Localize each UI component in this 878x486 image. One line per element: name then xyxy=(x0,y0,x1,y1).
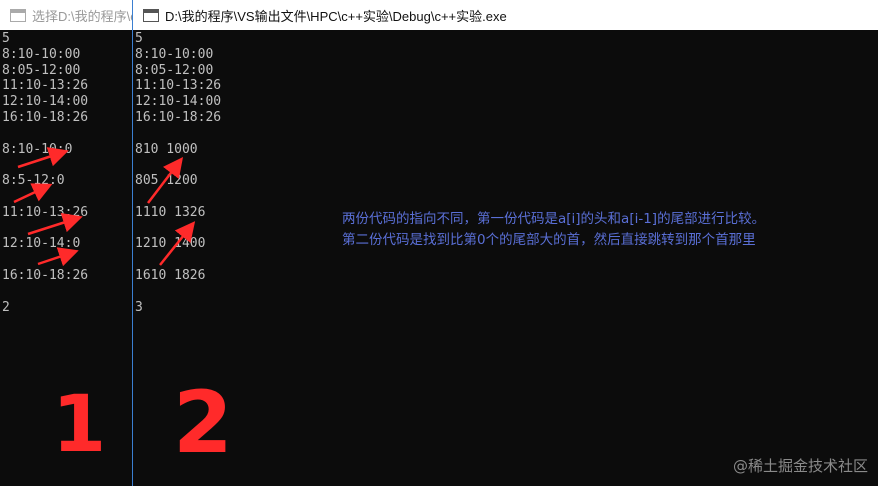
arrow-2 xyxy=(13,183,53,204)
arrow-6 xyxy=(159,221,196,266)
arrow-5 xyxy=(147,157,184,204)
watermark: @稀土掘金技术社区 xyxy=(732,457,868,475)
arrow-4 xyxy=(37,247,79,267)
arrow-1 xyxy=(17,147,69,169)
arrow-3 xyxy=(27,213,83,236)
annotation-arrows xyxy=(13,147,196,267)
